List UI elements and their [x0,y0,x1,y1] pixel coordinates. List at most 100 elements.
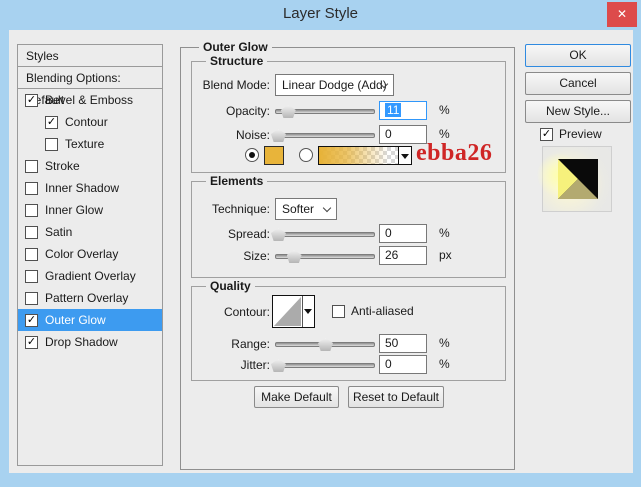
sidebar-item-inner-glow[interactable]: Inner Glow [18,199,162,221]
anti-aliased-checkbox[interactable] [332,304,345,318]
range-slider[interactable] [275,338,375,351]
noise-slider[interactable] [270,129,375,142]
make-default-button[interactable]: Make Default [254,386,339,408]
dropdown-arrow-icon [401,154,409,159]
structure-title: Structure [206,54,268,68]
size-slider-thumb[interactable] [286,250,302,263]
technique-row: Technique: Softer [192,198,505,220]
sidebar-item-outer-glow[interactable]: ✓ Outer Glow [18,309,162,331]
opacity-slider-thumb[interactable] [280,105,296,118]
style-checkbox[interactable] [25,203,38,217]
spread-slider[interactable] [270,228,375,241]
noise-unit: % [439,127,450,141]
preview-option[interactable]: ✓ Preview [540,127,602,141]
opacity-input[interactable]: 11 [379,101,427,120]
range-label: Range: [231,337,270,351]
technique-label: Technique: [211,202,270,216]
styles-header: Styles [18,45,162,67]
sidebar-item-drop-shadow[interactable]: ✓ Drop Shadow [18,331,162,353]
sidebar-item-satin[interactable]: Satin [18,221,162,243]
close-icon: ✕ [616,7,628,21]
preview-checkbox[interactable]: ✓ [540,127,553,141]
contour-thumbnail-icon[interactable] [273,296,302,327]
contour-label: Contour: [223,305,270,319]
size-slider[interactable] [275,250,375,263]
styles-sidebar: Styles Blending Options: Default ✓ Bevel … [17,44,163,466]
sidebar-item-texture[interactable]: Texture [18,133,162,155]
style-checkbox[interactable]: ✓ [25,313,38,327]
style-item-label: Contour [65,115,108,129]
noise-slider-thumb[interactable] [270,129,286,142]
jitter-label: Jitter: [240,358,270,372]
range-slider-thumb[interactable] [318,338,333,351]
titlebar[interactable]: Layer Style ✕ [0,0,641,30]
jitter-input[interactable]: 0 [379,355,427,374]
opacity-slider[interactable] [275,105,375,118]
cancel-button[interactable]: Cancel [525,72,631,95]
style-checkbox[interactable] [25,291,38,305]
quality-title: Quality [206,279,255,293]
jitter-unit: % [439,357,450,371]
chevron-down-icon [322,203,332,213]
range-row: Range: 50 % [192,333,505,355]
style-checkbox[interactable]: ✓ [25,335,38,349]
dialog-content: Styles Blending Options: Default ✓ Bevel … [9,30,633,473]
range-input[interactable]: 50 [379,334,427,353]
contour-picker[interactable] [272,295,315,328]
technique-select[interactable]: Softer [275,198,337,220]
blend-mode-select[interactable]: Linear Dodge (Add) [275,74,394,96]
style-checkbox[interactable] [25,247,38,261]
sidebar-item-color-overlay[interactable]: Color Overlay [18,243,162,265]
reset-to-default-button[interactable]: Reset to Default [348,386,444,408]
blend-mode-value: Linear Dodge (Add) [282,78,387,92]
color-radio[interactable] [245,148,259,162]
close-button[interactable]: ✕ [607,2,637,27]
effect-preview-thumbnail [537,146,612,212]
style-item-label: Drop Shadow [45,335,118,349]
size-label: Size: [243,249,270,263]
dropdown-arrow-icon [304,309,312,314]
spread-input[interactable]: 0 [379,224,427,243]
style-checkbox[interactable] [25,181,38,195]
anti-aliased-label: Anti-aliased [351,304,414,318]
anti-aliased-option[interactable]: Anti-aliased [332,304,414,318]
gradient-radio[interactable] [299,148,313,162]
style-checkbox[interactable] [25,225,38,239]
style-checkbox[interactable] [25,269,38,283]
style-checkbox[interactable] [45,137,58,151]
jitter-slider[interactable] [270,359,375,372]
blending-options-row[interactable]: Blending Options: Default [18,67,162,107]
style-checkbox[interactable]: ✓ [25,93,38,107]
outer-glow-panel: Outer Glow Structure Blend Mode: Linear … [180,40,515,470]
preview-label: Preview [559,127,602,141]
new-style-button[interactable]: New Style... [525,100,631,123]
gradient-dropdown-button[interactable] [398,147,411,164]
opacity-unit: % [439,103,450,117]
elements-group: Elements Technique: Softer Spread: 0 % S… [191,174,506,278]
watermark-text: ebba26 [416,140,493,166]
panel-title: Outer Glow [199,40,272,54]
opacity-row: Opacity: 11 % [192,100,505,122]
sidebar-item-pattern-overlay[interactable]: Pattern Overlay [18,287,162,309]
sidebar-item-inner-shadow[interactable]: Inner Shadow [18,177,162,199]
dialog-title: Layer Style [282,5,359,22]
sidebar-item-contour[interactable]: ✓ Contour [18,111,162,133]
style-checkbox[interactable] [25,159,38,173]
ok-button[interactable]: OK [525,44,631,67]
spread-unit: % [439,226,450,240]
size-input[interactable]: 26 [379,246,427,265]
blend-mode-row: Blend Mode: Linear Dodge (Add) [192,74,505,96]
style-checkbox[interactable]: ✓ [45,115,58,129]
sidebar-item-gradient-overlay[interactable]: Gradient Overlay [18,265,162,287]
styles-list: ✓ Bevel & Emboss ✓ Contour Texture Stroke Inne… [18,89,162,353]
spread-slider-thumb[interactable] [270,228,286,241]
preview-shape [558,159,598,199]
gradient-picker[interactable] [318,146,412,165]
glow-color-swatch[interactable] [264,146,284,165]
style-item-label: Stroke [45,159,80,173]
size-row: Size: 26 px [192,245,505,267]
opacity-label: Opacity: [225,104,270,118]
jitter-slider-thumb[interactable] [270,359,286,372]
contour-dropdown-button[interactable] [302,296,314,327]
sidebar-item-stroke[interactable]: Stroke [18,155,162,177]
